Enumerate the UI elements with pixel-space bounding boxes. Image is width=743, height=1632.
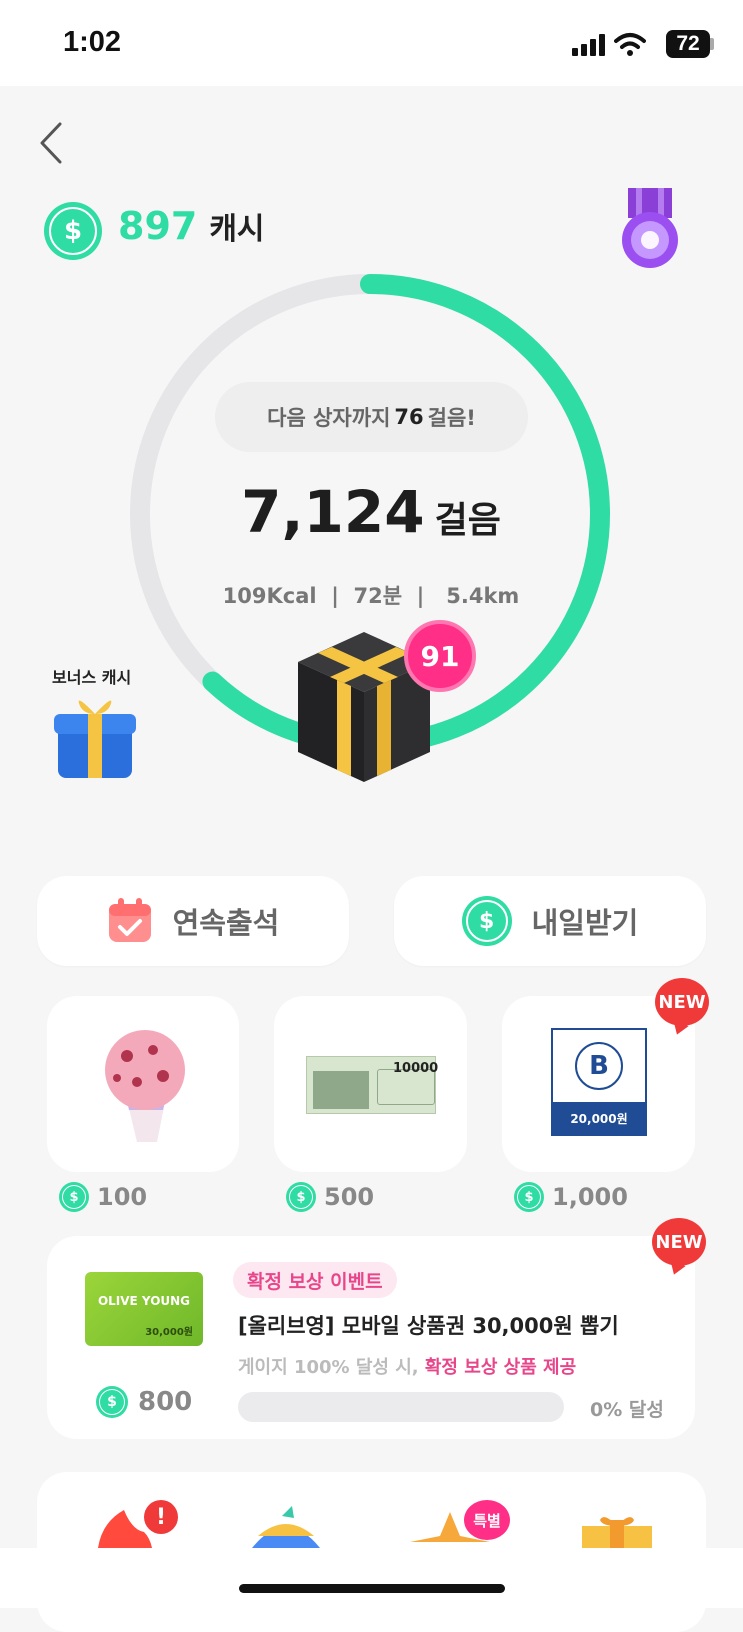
wifi-icon xyxy=(614,33,646,56)
event-sub-highlight: 확정 보상 상품 제공 xyxy=(424,1357,577,1378)
coin-icon: $ xyxy=(514,1182,544,1212)
event-price: $ 800 xyxy=(96,1386,192,1418)
cash-balance: 897 캐시 xyxy=(118,204,265,248)
next-box-message: 다음 상자까지 76 걸음! xyxy=(215,382,528,452)
activity-stats: 109Kcal | 72분 | 5.4km xyxy=(222,584,520,608)
product-card-gift-voucher[interactable]: 10000 xyxy=(274,996,467,1172)
back-arrow-icon[interactable] xyxy=(36,120,66,166)
bowl-icon[interactable] xyxy=(246,1506,326,1548)
alert-badge: ! xyxy=(144,1500,178,1534)
next-box-suffix: 걸음! xyxy=(427,406,476,430)
bonus-cash-label: 보너스 캐시 xyxy=(52,668,132,687)
new-badge: NEW xyxy=(655,978,709,1026)
card-brand: OLIVE YOUNG xyxy=(97,1294,191,1308)
price-gift-voucher: $ 500 xyxy=(286,1182,374,1212)
event-subtitle: 게이지 100% 달성 시, 확정 보상 상품 제공 xyxy=(238,1353,576,1379)
price-value: 100 xyxy=(97,1183,148,1211)
voucher-amount: 10000 xyxy=(393,1061,439,1076)
voucher-image: 10000 xyxy=(306,1056,439,1114)
cash-coin-icon: $ xyxy=(44,202,102,260)
step-unit: 걸음 xyxy=(434,500,501,541)
pb-voucher-amount: 20,000원 xyxy=(553,1102,645,1134)
event-gauge-label: 0% 달성 xyxy=(590,1399,664,1421)
event-tag: 확정 보상 이벤트 xyxy=(233,1262,397,1298)
price-paris-baguette: $ 1,000 xyxy=(514,1182,628,1212)
home-indicator[interactable] xyxy=(239,1584,505,1593)
bonus-gift-icon[interactable] xyxy=(52,694,140,782)
paris-baguette-logo-icon: B xyxy=(575,1042,623,1090)
signal-icon xyxy=(572,34,605,56)
product-card-paris-baguette[interactable]: B 20,000원 xyxy=(502,996,695,1172)
coin-icon: $ xyxy=(59,1182,89,1212)
event-price-value: 800 xyxy=(138,1387,193,1417)
coin-icon: $ xyxy=(286,1182,316,1212)
olive-young-card-image: OLIVE YOUNG 30,000원 xyxy=(85,1272,203,1346)
product-card-ice-cream[interactable] xyxy=(47,996,239,1172)
next-box-steps: 76 xyxy=(394,405,424,429)
calendar-check-icon xyxy=(108,898,151,942)
next-box-prefix: 다음 상자까지 xyxy=(267,406,391,430)
price-ice-cream: $ 100 xyxy=(59,1182,147,1212)
tomorrow-button[interactable]: $ 내일받기 xyxy=(394,876,706,966)
paris-baguette-image: B 20,000원 xyxy=(551,1028,647,1136)
medal-icon[interactable] xyxy=(620,188,680,274)
attendance-button[interactable]: 연속출석 xyxy=(37,876,349,966)
price-value: 500 xyxy=(324,1183,375,1211)
coin-icon: $ xyxy=(96,1386,128,1418)
event-new-badge: NEW xyxy=(652,1218,706,1266)
battery-indicator: 72 xyxy=(666,30,710,58)
status-time: 1:02 xyxy=(63,26,122,58)
battery-tip xyxy=(710,38,714,50)
box-count-badge: 91 xyxy=(404,620,476,692)
price-value: 1,000 xyxy=(552,1183,628,1211)
event-sub-plain: 게이지 100% 달성 시, xyxy=(238,1357,425,1378)
attendance-label: 연속출석 xyxy=(172,906,280,940)
card-amount: 30,000원 xyxy=(145,1327,193,1338)
special-badge: 특별 xyxy=(464,1500,510,1540)
step-count: 7,124 걸음 xyxy=(190,478,552,546)
event-title: [올리브영] 모바일 상품권 30,000원 뽑기 xyxy=(238,1314,619,1338)
coin-icon: $ xyxy=(461,896,512,946)
cash-unit: 캐시 xyxy=(209,212,265,247)
ice-cream-image xyxy=(105,1030,185,1142)
tomorrow-label: 내일받기 xyxy=(531,906,639,940)
home-bar-area xyxy=(0,1548,743,1608)
cash-amount: 897 xyxy=(118,204,198,248)
gift-icon[interactable] xyxy=(580,1512,654,1548)
step-number: 7,124 xyxy=(241,478,425,546)
event-gauge xyxy=(238,1392,564,1422)
